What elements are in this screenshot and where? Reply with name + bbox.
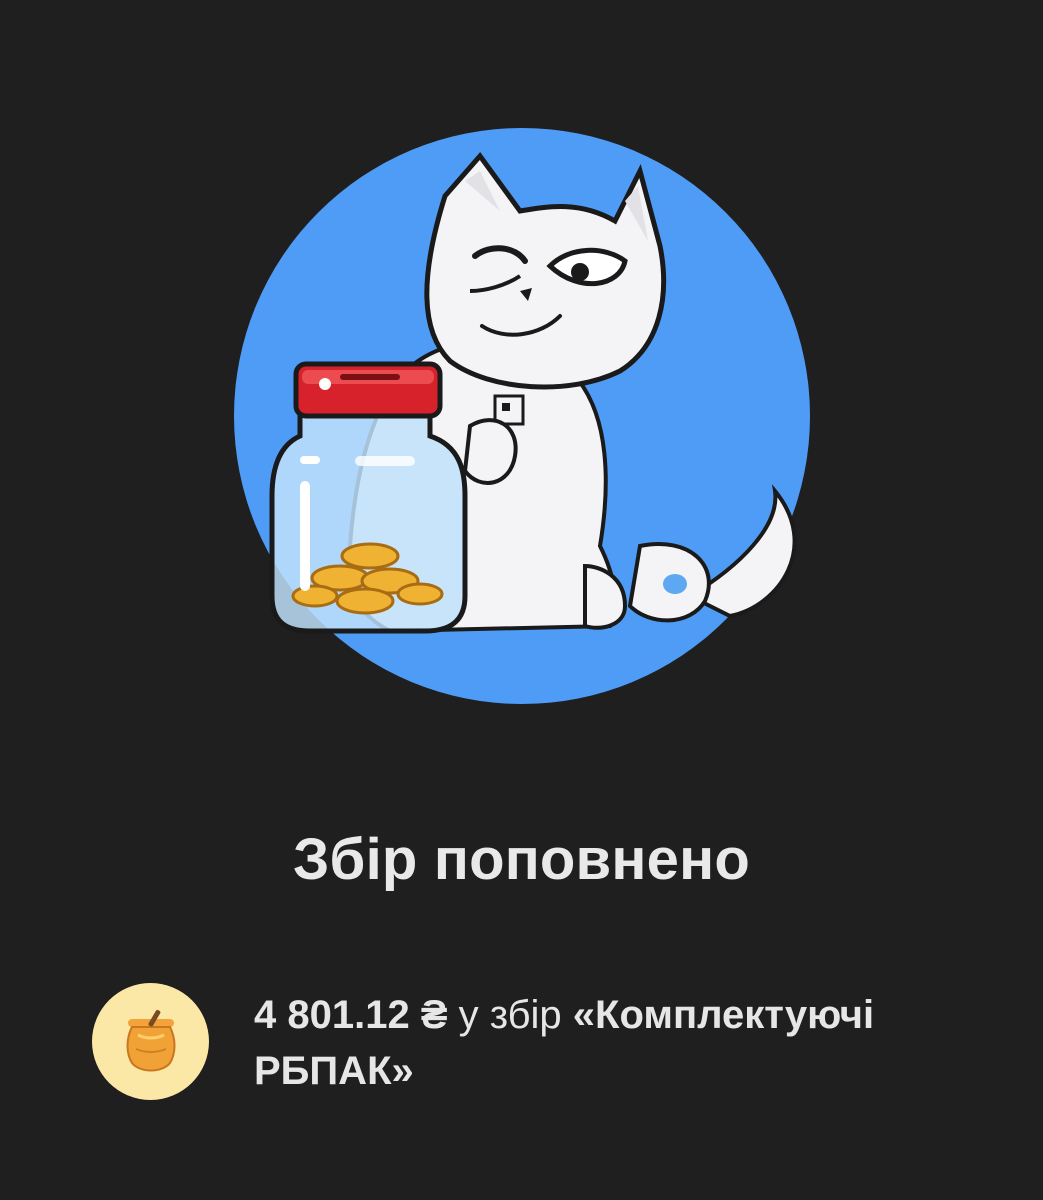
top-up-description: 4 801.12 ₴ у збір «Комплектуючі РБПАК» xyxy=(254,987,974,1099)
cat-jar-illustration xyxy=(220,126,824,706)
top-up-summary: 4 801.12 ₴ у збір «Комплектуючі РБПАК» xyxy=(92,983,992,1103)
page-title: Збір поповнено xyxy=(293,827,750,892)
honey-pot-avatar xyxy=(92,983,209,1100)
honey-pot-icon xyxy=(126,1009,176,1072)
cat-with-money-jar-icon xyxy=(234,128,810,704)
description-connector: у збір xyxy=(447,993,573,1037)
amount: 4 801.12 ₴ xyxy=(254,993,448,1037)
